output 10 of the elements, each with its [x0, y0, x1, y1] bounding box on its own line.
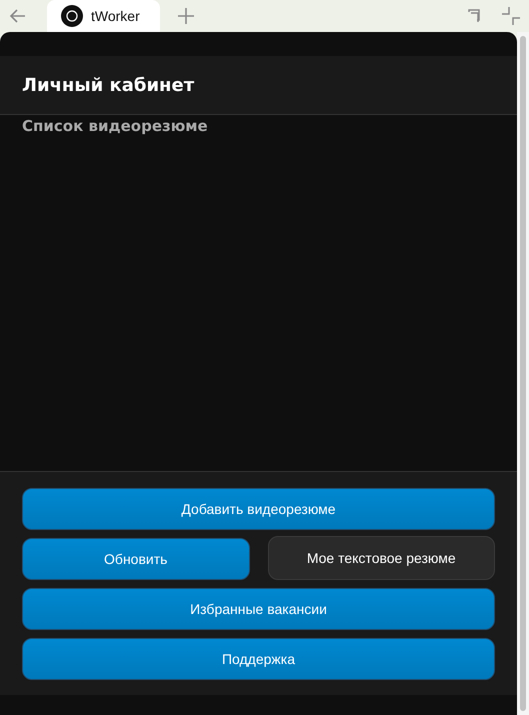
logo-icon: [61, 5, 83, 27]
action-button[interactable]: Мое текстовое резюме: [268, 536, 495, 580]
action-button[interactable]: Добавить видеорезюме: [22, 488, 495, 530]
action-button[interactable]: Обновить: [22, 538, 250, 580]
scrollbar[interactable]: [517, 32, 529, 715]
action-button[interactable]: Поддержка: [22, 638, 495, 680]
page-title: Личный кабинет: [22, 74, 194, 96]
browser-tab[interactable]: tWorker: [47, 0, 160, 32]
action-button[interactable]: Избранные вакансии: [22, 588, 495, 630]
section-title: Список видеорезюме: [22, 117, 209, 135]
